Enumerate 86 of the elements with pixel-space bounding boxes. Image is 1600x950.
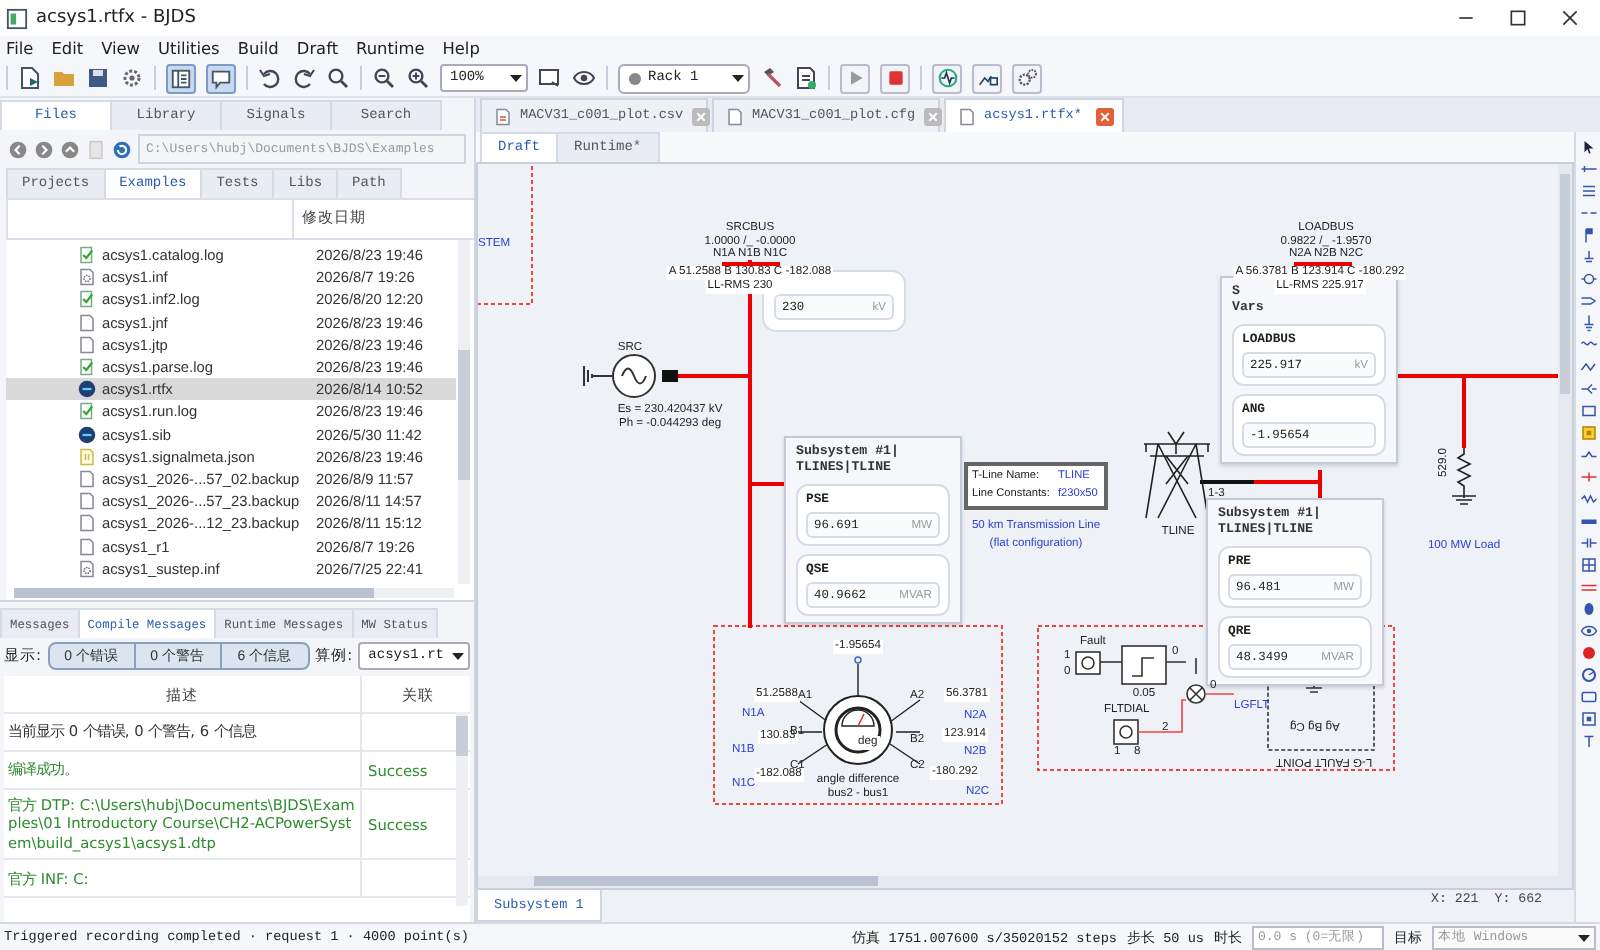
transmission-tower-drawing	[1143, 431, 1211, 519]
search-icon[interactable]	[326, 66, 350, 90]
menu-item[interactable]: View	[101, 38, 140, 58]
settings-icon[interactable]	[120, 66, 144, 90]
stop-icon	[885, 68, 905, 88]
scrollbar-thumb[interactable]	[1560, 174, 1570, 394]
scrollbar-track[interactable]	[14, 588, 454, 598]
palette-tool-icon[interactable]	[1579, 732, 1597, 750]
zoom-in-icon[interactable]	[406, 66, 430, 90]
close-tab-icon[interactable]	[1096, 107, 1114, 125]
hammer-icon[interactable]	[760, 66, 784, 90]
document-icon[interactable]	[958, 107, 976, 125]
refresh-icon[interactable]	[112, 139, 132, 159]
config-file-icon[interactable]	[78, 268, 96, 287]
back-icon[interactable]	[8, 139, 28, 159]
scrollbar-track[interactable]	[458, 240, 470, 584]
ac-source-drawing	[583, 354, 678, 398]
config-file-icon[interactable]	[78, 559, 96, 578]
scrollbar-thumb[interactable]	[534, 876, 878, 886]
maximize-icon[interactable]	[1508, 8, 1528, 28]
waveform-icon	[937, 68, 957, 88]
palette-tool-icon[interactable]	[1579, 314, 1597, 332]
panel-layout-button[interactable]	[166, 63, 196, 93]
scrollbar-track[interactable]	[1558, 164, 1572, 876]
spreadsheet-icon[interactable]	[494, 107, 512, 125]
undo-icon[interactable]	[258, 66, 282, 90]
connection-wire	[1200, 480, 1254, 484]
gears-icon	[1017, 68, 1037, 88]
menu-item[interactable]: Runtime	[356, 38, 425, 58]
stop-button[interactable]	[880, 63, 910, 93]
comment-button[interactable]	[206, 63, 236, 93]
play-icon	[845, 68, 865, 88]
palette-tool-icon[interactable]	[1579, 534, 1597, 552]
menu-item[interactable]: Draft	[296, 38, 339, 58]
bus-bar	[1294, 262, 1352, 267]
palette-tool-icon[interactable]	[1579, 402, 1597, 420]
model-file-icon[interactable]	[78, 425, 96, 444]
waveform-button[interactable]	[932, 63, 962, 93]
caret-icon	[1578, 931, 1590, 943]
caret-icon	[452, 649, 464, 661]
palette-tool-icon[interactable]	[1579, 226, 1597, 244]
scrollbar-thumb[interactable]	[14, 588, 374, 598]
palette-tool-icon[interactable]	[1579, 138, 1597, 156]
menu-item[interactable]: Edit	[51, 38, 84, 58]
gears-button[interactable]	[1012, 63, 1042, 93]
redo-icon[interactable]	[292, 66, 316, 90]
chart-lock-button[interactable]	[972, 63, 1002, 93]
resistor-drawing	[1451, 447, 1477, 505]
scrollbar-thumb[interactable]	[458, 350, 470, 480]
palette-tool-icon[interactable]	[1579, 622, 1597, 640]
model-file-icon[interactable]	[78, 380, 96, 399]
monitor-export-icon[interactable]	[538, 66, 562, 90]
palette-tool-icon[interactable]	[1579, 248, 1597, 266]
close-icon[interactable]	[1560, 8, 1580, 28]
palette-tool-icon[interactable]	[1579, 182, 1597, 200]
caret-icon	[510, 72, 522, 84]
document-icon[interactable]	[726, 107, 744, 125]
scrollbar-thumb[interactable]	[456, 716, 468, 756]
up-icon[interactable]	[60, 139, 80, 159]
palette-tool-icon[interactable]	[1579, 600, 1597, 618]
scrollbar-track[interactable]	[456, 712, 468, 906]
palette-tool-icon[interactable]	[1579, 270, 1597, 288]
caret-icon	[732, 72, 744, 84]
build-document-icon[interactable]	[794, 66, 818, 90]
forward-icon[interactable]	[34, 139, 54, 159]
window-title: acsys1.rtfx - BJDS	[36, 8, 198, 28]
menu-item[interactable]: Help	[442, 38, 480, 58]
palette-tool-icon[interactable]	[1579, 710, 1597, 728]
status-dot-icon	[628, 71, 642, 85]
subsystem-boundary	[478, 164, 533, 305]
save-icon[interactable]	[86, 66, 110, 90]
menu-item[interactable]: Build	[237, 38, 279, 58]
app-icon	[6, 7, 28, 29]
scrollbar-track[interactable]	[478, 876, 1572, 888]
palette-tool-icon[interactable]	[1579, 666, 1597, 684]
run-button[interactable]	[840, 63, 870, 93]
menu-item[interactable]: File	[6, 38, 34, 58]
menu-item[interactable]: Utilities	[158, 38, 220, 58]
palette-tool-icon[interactable]	[1579, 688, 1597, 706]
zoom-out-icon[interactable]	[372, 66, 396, 90]
bus-bar	[722, 262, 780, 267]
eye-icon[interactable]	[572, 66, 596, 90]
log-file-icon[interactable]	[78, 290, 96, 309]
power-wire	[1252, 468, 1322, 500]
log-file-icon[interactable]	[78, 246, 96, 265]
new-file-icon[interactable]	[18, 66, 42, 90]
